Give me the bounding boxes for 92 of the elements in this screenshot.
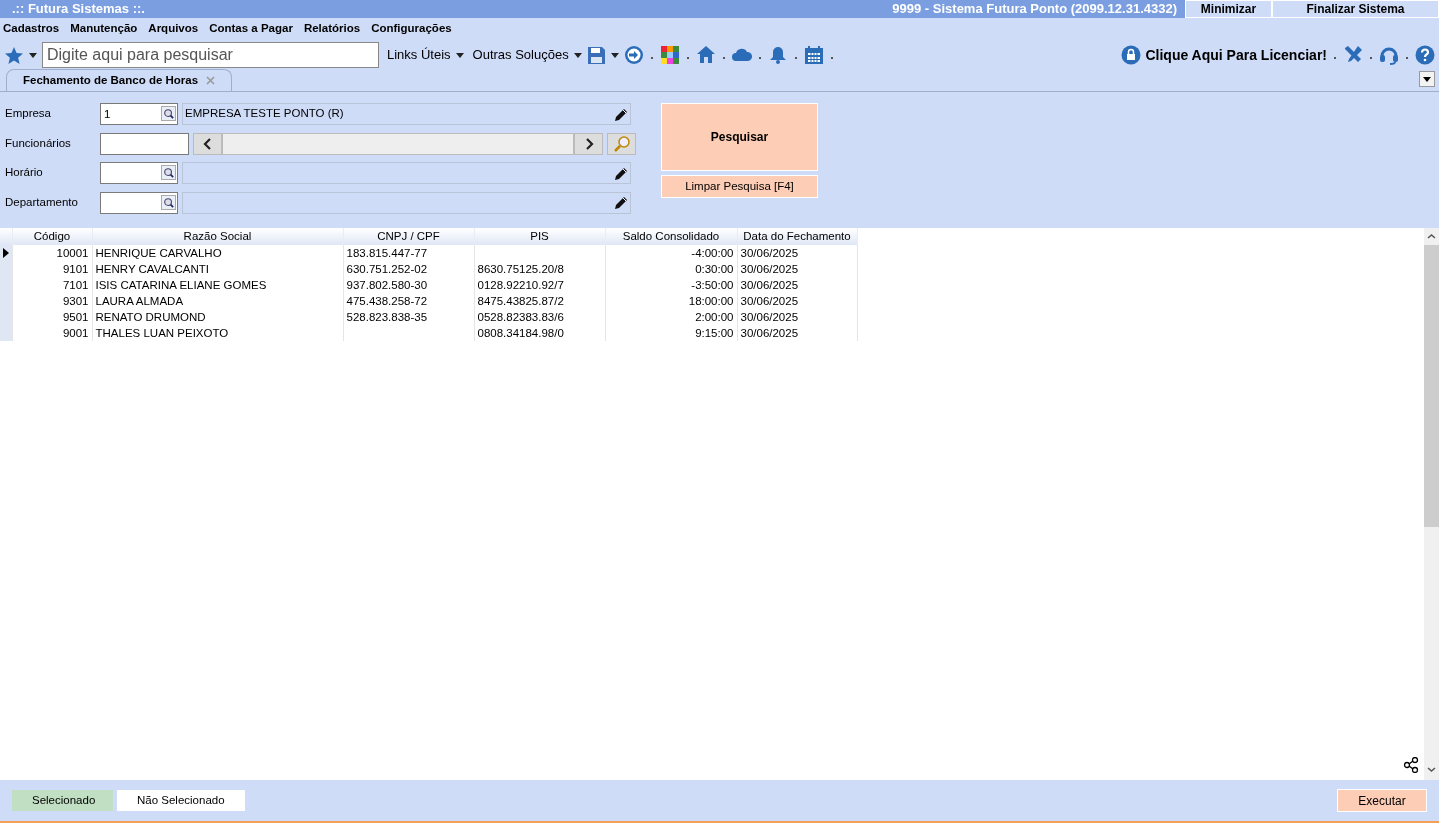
execute-button[interactable]: Executar — [1337, 789, 1427, 812]
caret-icon — [1423, 76, 1431, 82]
search-field[interactable]: Digite aqui para pesquisar — [42, 42, 379, 68]
link-menu[interactable]: Links Úteis — [387, 45, 451, 65]
table-cell: 0808.34184.98/0 — [474, 325, 605, 342]
lock-icon[interactable] — [1121, 45, 1142, 65]
column-header[interactable]: PIS — [474, 228, 605, 246]
next-button[interactable] — [574, 132, 603, 155]
pencil-icon[interactable] — [613, 106, 628, 122]
field-label: Empresa — [5, 106, 53, 122]
system-title: 9999 - Sistema Futura Ponto (2099.12.31.4332) — [892, 0, 1177, 19]
help-icon[interactable] — [1415, 45, 1435, 65]
lookup-button[interactable] — [161, 106, 176, 121]
caret-icon[interactable] — [609, 50, 620, 60]
column-header[interactable]: Saldo Consolidado — [605, 228, 737, 246]
table-cell: 30/06/2025 — [737, 245, 857, 262]
scrollbar[interactable] — [1424, 228, 1439, 780]
search-icon — [163, 196, 174, 208]
window-button[interactable]: Minimizar — [1185, 0, 1272, 18]
table-cell: THALES LUAN PEIXOTO — [92, 325, 343, 342]
home-icon[interactable] — [695, 45, 716, 65]
column-header[interactable]: Data do Fechamento — [737, 228, 857, 246]
search-button[interactable]: Pesquisar — [661, 103, 818, 171]
menu-item[interactable]: Manutenção — [70, 18, 138, 38]
table-cell: 475.438.258-72 — [343, 293, 474, 310]
chevron-right-icon — [583, 138, 594, 151]
menu-item[interactable]: Contas a Pagar — [209, 18, 293, 38]
table-cell: 630.751.252-02 — [343, 261, 474, 278]
lookup-button[interactable] — [161, 165, 176, 180]
table-cell: 9:15:00 — [605, 325, 737, 342]
column-header[interactable]: CNPJ / CPF — [343, 228, 474, 246]
tab[interactable]: Fechamento de Banco de Horas — [6, 68, 233, 91]
table-cell: 30/06/2025 — [737, 261, 857, 278]
field-label: Horário — [5, 165, 44, 181]
menu-item[interactable]: Cadastros — [3, 18, 60, 38]
table-cell: LAURA ALMADA — [92, 293, 343, 310]
search-icon — [612, 134, 631, 153]
table-cell: 183.815.447-77 — [343, 245, 474, 262]
input-field[interactable] — [100, 132, 189, 155]
table-cell: 8475.43825.87/2 — [474, 293, 605, 310]
search-icon — [163, 167, 174, 178]
save-icon[interactable] — [586, 45, 606, 65]
app-title: .:: Futura Sistemas ::. — [11, 0, 146, 19]
table-cell: 2:00:00 — [605, 309, 737, 326]
exit-icon[interactable] — [623, 45, 644, 65]
menu-item[interactable]: Relatórios — [303, 18, 361, 38]
previous-button[interactable] — [193, 132, 222, 155]
pencil-icon[interactable] — [613, 165, 628, 181]
clear-button[interactable]: Limpar Pesquisa [F4] — [661, 175, 818, 198]
table-cell: 30/06/2025 — [737, 293, 857, 310]
color-grid-icon[interactable] — [659, 45, 680, 65]
table-cell: -3:50:00 — [605, 277, 737, 294]
table-cell: 9001 — [12, 325, 92, 342]
table-cell: 528.823.838-35 — [343, 309, 474, 326]
table-cell: 0:30:00 — [605, 261, 737, 278]
column-header[interactable]: Código — [12, 228, 92, 246]
column-header[interactable]: Razão Social — [92, 228, 343, 246]
caret-icon[interactable] — [28, 50, 38, 60]
field-label: Funcionários — [5, 135, 72, 151]
table-cell: 30/06/2025 — [737, 309, 857, 326]
table-cell: 0128.92210.92/7 — [474, 277, 605, 294]
table-cell: 0528.82383.83/6 — [474, 309, 605, 326]
chevron-left-icon — [202, 138, 213, 151]
link-menu[interactable]: Outras Soluções — [472, 45, 569, 65]
table-cell: ISIS CATARINA ELIANE GOMES — [92, 277, 343, 294]
caret-icon[interactable] — [572, 50, 583, 60]
headset-icon[interactable] — [1379, 45, 1399, 65]
calendar-icon[interactable] — [803, 45, 824, 65]
table-cell: HENRY CAVALCANTI — [92, 261, 343, 278]
table-cell: 937.802.580-30 — [343, 277, 474, 294]
legend-item: Não Selecionado — [117, 790, 245, 811]
search-icon — [163, 108, 174, 119]
field-label: Departamento — [5, 194, 79, 210]
license-link[interactable]: Clique Aqui Para Licenciar! — [1145, 44, 1327, 66]
legend-item: Selecionado — [12, 790, 113, 811]
table-cell: HENRIQUE CARVALHO — [92, 245, 343, 262]
star-icon[interactable] — [4, 45, 24, 65]
table-cell: -4:00:00 — [605, 245, 737, 262]
menu-item[interactable]: Arquivos — [148, 18, 199, 38]
table-cell: RENATO DRUMOND — [92, 309, 343, 326]
pencil-icon[interactable] — [613, 195, 628, 210]
table-cell: 8630.75125.20/8 — [474, 261, 605, 278]
menu-item[interactable]: Configurações — [371, 18, 452, 38]
table-cell: 30/06/2025 — [737, 325, 857, 342]
dropdown-button[interactable] — [1419, 71, 1435, 87]
tools-icon[interactable] — [1343, 45, 1363, 65]
description-text: EMPRESA TESTE PONTO (R) — [185, 106, 344, 122]
table-cell: 18:00:00 — [605, 293, 737, 310]
window-button[interactable]: Finalizar Sistema — [1272, 0, 1439, 18]
share-icon[interactable] — [1403, 757, 1419, 773]
caret-icon[interactable] — [454, 50, 465, 60]
table-cell: 30/06/2025 — [737, 277, 857, 294]
